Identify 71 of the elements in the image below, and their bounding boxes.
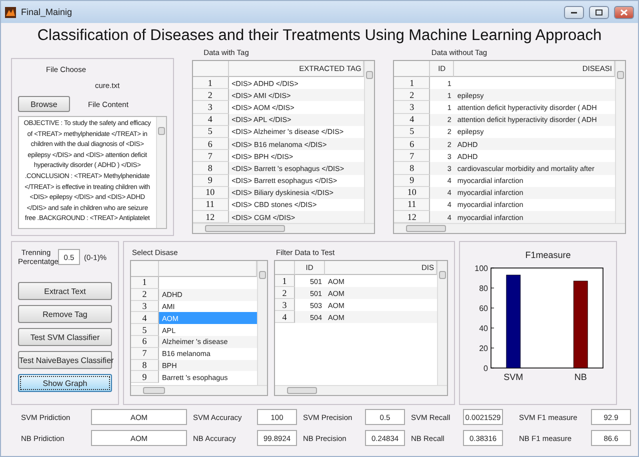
row-number: 5 xyxy=(394,126,430,138)
row-number: 9 xyxy=(394,174,430,187)
header-corner xyxy=(131,261,159,277)
tick-label: 20 xyxy=(479,344,488,353)
horizontal-scrollbar[interactable] xyxy=(275,385,447,395)
row-number: 1 xyxy=(131,277,159,289)
minimize-button[interactable] xyxy=(564,6,584,18)
close-button[interactable] xyxy=(614,6,634,18)
tick-label: 40 xyxy=(479,324,488,333)
action-button[interactable]: Remove Tag xyxy=(18,305,112,323)
row-number: 6 xyxy=(192,138,229,150)
row-number: 5 xyxy=(192,126,229,138)
maximize-icon xyxy=(595,8,603,16)
row-number: 3 xyxy=(275,299,295,311)
horizontal-scrollbar[interactable] xyxy=(192,223,374,233)
scrollbar[interactable] xyxy=(437,261,447,385)
row-number: 7 xyxy=(192,150,229,162)
minimize-icon xyxy=(570,10,578,14)
row-number: 4 xyxy=(275,311,295,323)
row-number: 3 xyxy=(131,300,159,312)
close-icon xyxy=(620,8,628,16)
window-title: Final_Mainig xyxy=(21,7,74,17)
row-number: 4 xyxy=(131,312,159,324)
row-number: 1 xyxy=(275,275,295,287)
row-number: 6 xyxy=(131,336,159,348)
row-number: 2 xyxy=(275,287,295,299)
row-number: 7 xyxy=(394,150,430,162)
row-number: 1 xyxy=(192,77,229,90)
row-number: 2 xyxy=(131,288,159,301)
row-number: 11 xyxy=(394,198,430,212)
row-number: 10 xyxy=(192,186,229,199)
row-number: 3 xyxy=(192,101,229,114)
chart-title: F1measure xyxy=(525,250,571,260)
row-number: 8 xyxy=(192,162,229,174)
scrollbar[interactable] xyxy=(614,61,625,223)
row-number: 9 xyxy=(131,371,159,384)
app-icon xyxy=(5,6,16,18)
tick-label: 60 xyxy=(479,304,488,313)
action-button[interactable]: Show Graph xyxy=(18,374,112,392)
row-number: 10 xyxy=(394,186,430,199)
row-number: 4 xyxy=(394,114,430,126)
scrollbar[interactable] xyxy=(257,261,267,385)
row-number: 5 xyxy=(131,324,159,336)
row-number: 2 xyxy=(192,89,229,102)
row-number: 3 xyxy=(394,101,430,114)
row-number: 4 xyxy=(192,114,229,126)
action-button[interactable]: Test SVM Classifier xyxy=(18,328,112,346)
category-label: NB xyxy=(574,372,587,382)
page-heading: Classification of Diseases and their Treatments Using Machine Learning Approach xyxy=(36,27,603,45)
row-number: 1 xyxy=(394,77,430,90)
action-button[interactable]: Test NaiveBayes Classifier xyxy=(18,351,112,369)
row-number: 7 xyxy=(131,348,159,360)
scrollbar[interactable] xyxy=(364,61,374,223)
tick-label: 100 xyxy=(474,264,488,273)
horizontal-scrollbar[interactable] xyxy=(131,385,267,395)
horizontal-scrollbar[interactable] xyxy=(394,223,625,233)
action-button[interactable]: Extract Text xyxy=(18,282,112,300)
row-number: 8 xyxy=(394,162,430,174)
row-number: 12 xyxy=(394,211,430,223)
scrollbar[interactable] xyxy=(156,117,166,228)
row-number: 8 xyxy=(131,360,159,372)
row-number: 6 xyxy=(394,138,430,150)
row-number: 2 xyxy=(394,89,430,102)
tick-label: 80 xyxy=(479,284,488,293)
maximize-button[interactable] xyxy=(589,6,609,18)
row-number: 11 xyxy=(192,198,229,212)
row-number: 9 xyxy=(192,174,229,187)
browse-button[interactable]: Browse xyxy=(18,96,70,112)
tick-label: 0 xyxy=(484,364,488,373)
category-label: SVM xyxy=(504,372,524,382)
row-number: 12 xyxy=(192,211,229,223)
